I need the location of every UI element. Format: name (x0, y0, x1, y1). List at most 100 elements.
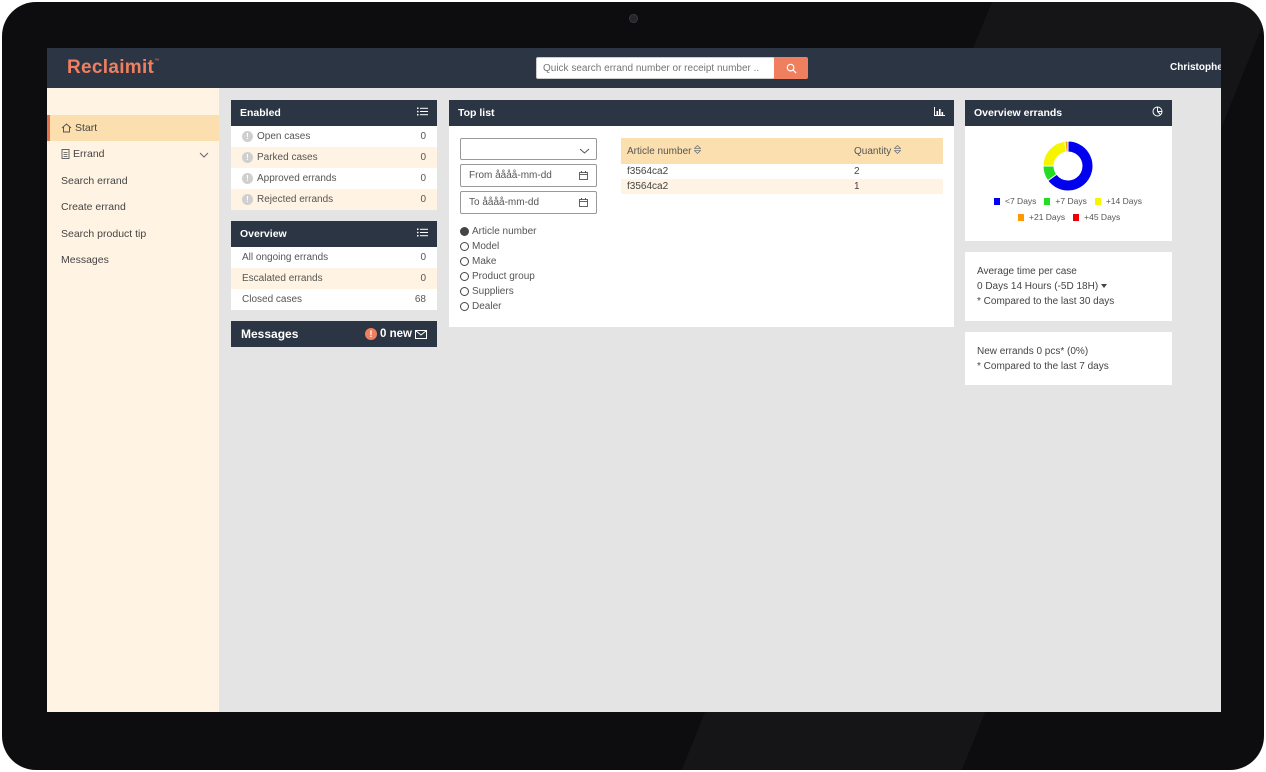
bar-chart-icon[interactable] (934, 107, 945, 119)
table-row[interactable]: f3564ca2 1 (621, 179, 943, 194)
radio-icon (460, 287, 469, 296)
radio-label: Article number (472, 226, 537, 237)
top-list-panel: Top list From åååå-mm-dd To åååå-mm-dd A… (449, 100, 954, 327)
column-header-quantity[interactable]: Quantity (854, 144, 943, 157)
sidebar-item-label: Start (75, 122, 98, 134)
sort-icon (893, 144, 902, 157)
info-icon: ! (242, 173, 253, 184)
radio-product-group[interactable]: Product group (460, 271, 535, 282)
legend-label: +21 Days (1029, 212, 1066, 222)
errands-donut-chart (1042, 140, 1094, 192)
quick-search-input[interactable] (536, 57, 775, 79)
sidebar-item-search-errand[interactable]: Search errand (47, 168, 219, 194)
list-icon[interactable] (417, 228, 428, 240)
info-icon: ! (242, 194, 253, 205)
sidebar-item-label: Search product tip (61, 228, 147, 240)
messages-bar[interactable]: Messages ! 0 new (231, 321, 437, 347)
radio-selected-icon (460, 227, 469, 236)
category-dropdown[interactable] (460, 138, 597, 160)
row-value: 68 (414, 294, 426, 305)
row-label: All ongoing errands (242, 252, 329, 263)
sidebar-item-search-product-tip[interactable]: Search product tip (47, 221, 219, 247)
list-item[interactable]: ! Open cases 0 (231, 126, 437, 147)
legend-label: +14 Days (1105, 196, 1142, 206)
list-item[interactable]: ! Approved errands 0 (231, 168, 437, 189)
search-icon (786, 63, 797, 74)
panel-title: Overview errands (974, 107, 1063, 119)
average-time-value-row[interactable]: 0 Days 14 Hours (-5D 18H) (977, 281, 1108, 292)
radio-suppliers[interactable]: Suppliers (460, 286, 514, 297)
row-label: Escalated errands (242, 273, 323, 284)
radio-model[interactable]: Model (460, 241, 499, 252)
sidebar-item-label: Messages (61, 254, 109, 266)
list-item[interactable]: ! Rejected errands 0 (231, 189, 437, 210)
row-label: Approved errands (257, 173, 337, 184)
app-screen: Reclaimit™ Christopher Start Errand Sear… (47, 48, 1221, 712)
info-icon: ! (242, 152, 253, 163)
overview-errands-panel: Overview errands <7 Days +7 Days +14 Day… (965, 100, 1172, 241)
panel-title: Overview (240, 228, 287, 240)
chevron-down-icon (579, 146, 590, 157)
cell-quantity: 2 (854, 166, 860, 177)
row-label: Open cases (257, 131, 311, 142)
caret-down-icon (1101, 284, 1108, 289)
sidebar: Start Errand Search errand Create errand… (47, 88, 219, 712)
radio-label: Dealer (472, 301, 502, 312)
to-date-field[interactable]: To åååå-mm-dd (460, 191, 597, 214)
radio-label: Make (472, 256, 497, 267)
list-item[interactable]: ! Parked cases 0 (231, 147, 437, 168)
row-label: Closed cases (242, 294, 303, 305)
list-item[interactable]: All ongoing errands 0 (231, 247, 437, 268)
radio-dealer[interactable]: Dealer (460, 301, 501, 312)
app-logo[interactable]: Reclaimit™ (67, 57, 160, 79)
calendar-icon[interactable] (579, 171, 588, 183)
radio-make[interactable]: Make (460, 256, 496, 267)
overview-panel: Overview All ongoing errands 0 Escalated … (231, 221, 437, 310)
new-messages-count: 0 new (380, 328, 412, 340)
sidebar-item-start[interactable]: Start (47, 115, 219, 141)
top-list-table: Article number Quantity f3564ca2 2 f3564c… (621, 138, 943, 194)
sidebar-item-create-errand[interactable]: Create errand (47, 194, 219, 220)
donut-slice-14-days[interactable] (1042, 140, 1067, 167)
sidebar-item-label: Errand (73, 148, 105, 160)
list-icon[interactable] (417, 107, 428, 119)
legend-row: +21 Days +45 Days (1018, 212, 1120, 222)
legend-row: <7 Days +7 Days +14 Days (994, 196, 1142, 206)
pie-chart-icon[interactable] (1152, 106, 1163, 120)
enabled-panel-header: Enabled (231, 100, 437, 126)
field-label: To (469, 197, 480, 208)
envelope-icon (415, 329, 427, 339)
from-date-field[interactable]: From åååå-mm-dd (460, 164, 597, 187)
new-errands-note: * Compared to the last 7 days (977, 361, 1109, 372)
sidebar-item-errand[interactable]: Errand (47, 141, 219, 167)
row-value: 0 (420, 131, 426, 142)
chevron-down-icon (199, 149, 209, 161)
column-header-article[interactable]: Article number (621, 144, 854, 157)
table-row[interactable]: f3564ca2 2 (621, 164, 943, 179)
radio-icon (460, 242, 469, 251)
legend-label: +7 Days (1055, 196, 1087, 206)
header-label: Quantity (854, 145, 892, 157)
average-time-note: * Compared to the last 30 days (977, 296, 1115, 307)
top-list-header: Top list (449, 100, 954, 126)
row-label: Rejected errands (257, 194, 334, 205)
radio-label: Model (472, 241, 500, 252)
list-item[interactable]: Escalated errands 0 (231, 268, 437, 289)
sidebar-item-messages[interactable]: Messages (47, 247, 219, 273)
calendar-icon[interactable] (579, 198, 588, 210)
legend-label: +45 Days (1084, 212, 1121, 222)
header-label: Article number (627, 145, 692, 157)
new-errands-card: New errands 0 pcs* (0%) * Compared to th… (965, 332, 1172, 385)
row-value: 0 (420, 173, 426, 184)
panel-title: Top list (458, 107, 495, 119)
radio-article-number[interactable]: Article number (460, 226, 536, 237)
row-value: 0 (420, 273, 426, 284)
sort-icon (694, 144, 702, 157)
field-value: åååå-mm-dd (495, 170, 552, 181)
user-name[interactable]: Christopher (1170, 62, 1221, 73)
list-item[interactable]: Closed cases 68 (231, 289, 437, 310)
radio-icon (460, 272, 469, 281)
field-value: åååå-mm-dd (482, 197, 540, 208)
radio-label: Product group (472, 271, 535, 282)
search-button[interactable] (774, 57, 808, 79)
